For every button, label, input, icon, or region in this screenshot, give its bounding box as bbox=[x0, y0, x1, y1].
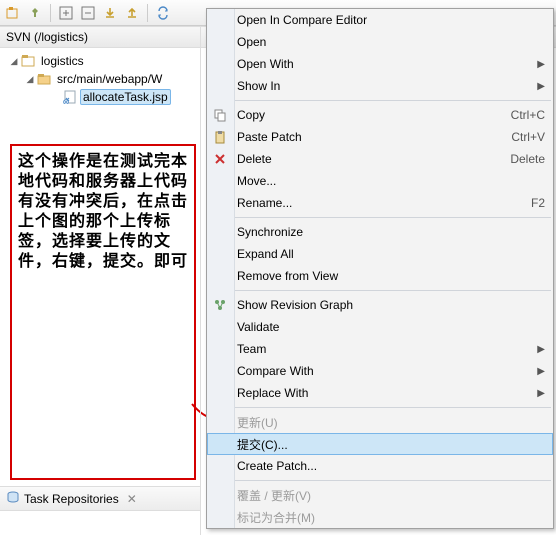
menu-move[interactable]: Move... bbox=[207, 170, 553, 192]
menu-mark-merged: 标记为合并(M) bbox=[207, 506, 553, 528]
menu-validate[interactable]: Validate bbox=[207, 316, 553, 338]
menu-delete[interactable]: DeleteDelete bbox=[207, 148, 553, 170]
menu-synchronize[interactable]: Synchronize bbox=[207, 221, 553, 243]
expand-toggle-icon[interactable]: ◢ bbox=[8, 56, 20, 67]
menu-separator bbox=[235, 100, 551, 101]
menu-team[interactable]: Team▶ bbox=[207, 338, 553, 360]
menu-show-in[interactable]: Show In▶ bbox=[207, 75, 553, 97]
menu-separator bbox=[235, 407, 551, 408]
task-repositories-label: Task Repositories bbox=[24, 492, 119, 506]
menu-rename[interactable]: Rename...F2 bbox=[207, 192, 553, 214]
tool-download-icon[interactable] bbox=[101, 4, 119, 22]
submenu-arrow-icon: ▶ bbox=[537, 59, 545, 70]
delete-icon bbox=[212, 151, 228, 167]
context-menu: Open In Compare Editor Open Open With▶ S… bbox=[206, 8, 554, 529]
tool-sync-icon[interactable] bbox=[154, 4, 172, 22]
task-repositories-tab[interactable]: Task Repositories ✕ bbox=[0, 486, 200, 511]
annotation-note: 这个操作是在测试完本地代码和服务器上代码有没有冲突后，在点击上个图的那个上传标签… bbox=[10, 144, 196, 480]
menu-update: 更新(U) bbox=[207, 411, 553, 433]
toolbar-separator bbox=[147, 4, 148, 22]
tool-collapse-icon[interactable] bbox=[79, 4, 97, 22]
tree-label: logistics bbox=[38, 53, 87, 69]
paste-icon bbox=[212, 129, 228, 145]
project-icon bbox=[20, 53, 36, 69]
menu-create-patch[interactable]: Create Patch... bbox=[207, 455, 553, 477]
submenu-arrow-icon: ▶ bbox=[537, 344, 545, 355]
svn-section-title: SVN (/logistics) bbox=[6, 30, 88, 44]
menu-open[interactable]: Open bbox=[207, 31, 553, 53]
menu-open-with[interactable]: Open With▶ bbox=[207, 53, 553, 75]
menu-paste-patch[interactable]: Paste PatchCtrl+V bbox=[207, 126, 553, 148]
menu-compare-with[interactable]: Compare With▶ bbox=[207, 360, 553, 382]
menu-open-compare[interactable]: Open In Compare Editor bbox=[207, 9, 553, 31]
menu-separator bbox=[235, 290, 551, 291]
tool-pin-icon[interactable] bbox=[26, 4, 44, 22]
graph-icon bbox=[212, 297, 228, 313]
submenu-arrow-icon: ▶ bbox=[537, 366, 545, 377]
tree-label: allocateTask.jsp bbox=[80, 89, 171, 105]
folder-icon bbox=[36, 71, 52, 87]
shortcut: Delete bbox=[510, 152, 545, 166]
menu-override-update: 覆盖 / 更新(V) bbox=[207, 484, 553, 506]
tool-expand-icon[interactable] bbox=[57, 4, 75, 22]
menu-commit[interactable]: 提交(C)... bbox=[207, 433, 553, 455]
menu-expand-all[interactable]: Expand All bbox=[207, 243, 553, 265]
submenu-arrow-icon: ▶ bbox=[537, 388, 545, 399]
tool-nav-icon[interactable] bbox=[4, 4, 22, 22]
menu-separator bbox=[235, 217, 551, 218]
menu-copy[interactable]: CopyCtrl+C bbox=[207, 104, 553, 126]
shortcut: Ctrl+C bbox=[511, 108, 545, 122]
copy-icon bbox=[212, 107, 228, 123]
annotation-text: 这个操作是在测试完本地代码和服务器上代码有没有冲突后，在点击上个图的那个上传标签… bbox=[18, 152, 188, 272]
menu-show-revision-graph[interactable]: Show Revision Graph bbox=[207, 294, 553, 316]
shortcut: Ctrl+V bbox=[511, 130, 545, 144]
submenu-arrow-icon: ▶ bbox=[537, 81, 545, 92]
menu-separator bbox=[235, 480, 551, 481]
tab-close-icon[interactable]: ✕ bbox=[127, 492, 137, 506]
jsp-file-icon bbox=[62, 89, 78, 105]
menu-remove-view[interactable]: Remove from View bbox=[207, 265, 553, 287]
repository-icon bbox=[6, 490, 20, 507]
expand-toggle-icon[interactable]: ◢ bbox=[24, 74, 36, 85]
toolbar-separator bbox=[50, 4, 51, 22]
shortcut: F2 bbox=[531, 196, 545, 210]
tree-label: src/main/webapp/W bbox=[54, 71, 165, 87]
tool-upload-icon[interactable] bbox=[123, 4, 141, 22]
menu-replace-with[interactable]: Replace With▶ bbox=[207, 382, 553, 404]
